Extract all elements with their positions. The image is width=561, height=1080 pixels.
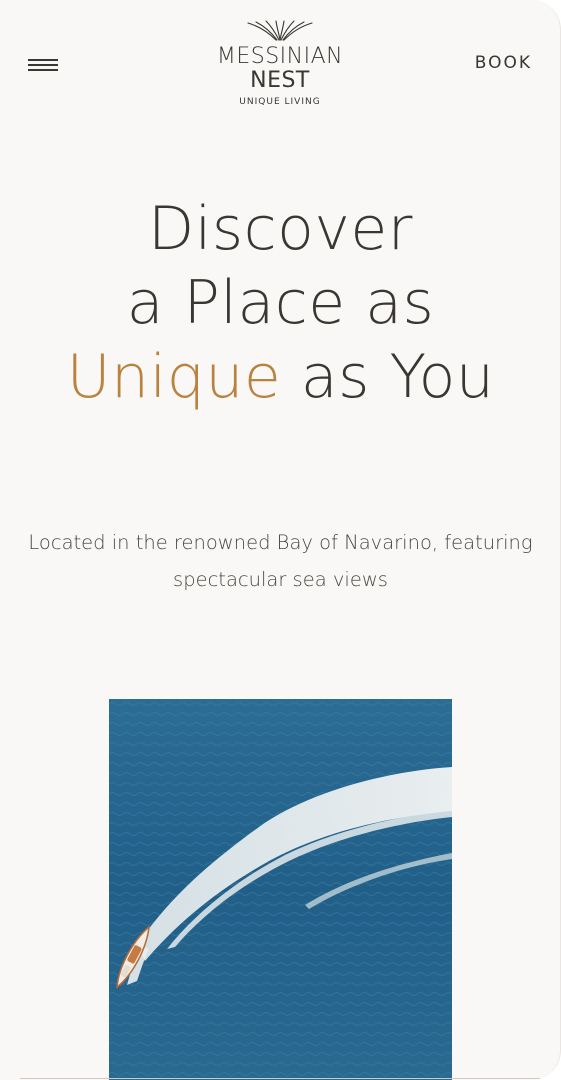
menu-line	[28, 69, 58, 71]
logo-tagline: UNIQUE LIVING	[239, 97, 321, 107]
logo-name-line2: NEST	[250, 68, 310, 93]
hamburger-menu-icon[interactable]	[28, 57, 58, 73]
logo-mark-icon	[247, 20, 313, 41]
hero-title-line3: Unique as You	[0, 340, 560, 414]
hero-subtitle: Located in the renowned Bay of Navarino,…	[28, 531, 533, 591]
hero-title-line3-rest: as You	[281, 342, 495, 412]
hero-title-accent: Unique	[66, 342, 282, 412]
menu-line	[28, 59, 58, 61]
page-frame: MESSINIAN NEST UNIQUE LIVING BOOK Discov…	[0, 0, 561, 1080]
hero-image-boat-wake	[109, 699, 452, 1080]
bottom-divider	[20, 1078, 541, 1079]
sea-boat-illustration	[109, 699, 452, 1080]
menu-line	[28, 64, 58, 66]
book-button[interactable]: BOOK	[475, 53, 532, 73]
brand-logo[interactable]: MESSINIAN NEST UNIQUE LIVING	[180, 18, 380, 113]
hero-title: Discover a Place as Unique as You	[0, 192, 560, 414]
logo-name-line1: MESSINIAN	[216, 44, 344, 69]
hero-title-line1: Discover	[148, 194, 413, 264]
hero-title-line2: a Place as	[126, 268, 435, 338]
